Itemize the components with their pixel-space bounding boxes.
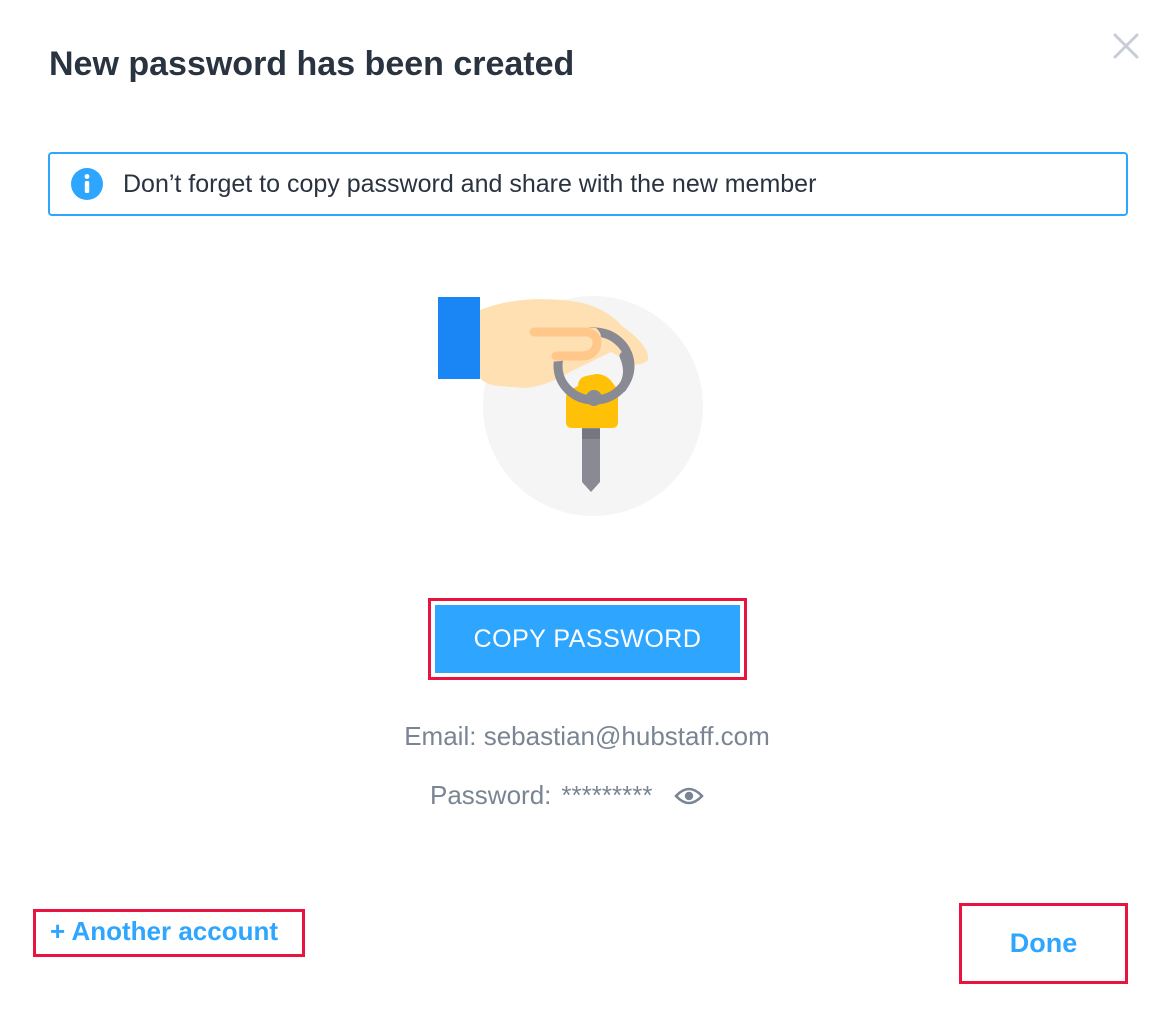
copy-password-button[interactable]: COPY PASSWORD — [435, 605, 740, 673]
eye-icon[interactable] — [674, 785, 705, 807]
close-icon[interactable] — [1108, 28, 1144, 64]
password-value: ********* — [561, 780, 653, 810]
password-line: Password: ********* — [430, 780, 705, 811]
info-icon — [71, 168, 103, 200]
email-line: Email: sebastian@hubstaff.com — [0, 721, 1174, 752]
dialog-title: New password has been created — [49, 45, 575, 83]
email-value: sebastian@hubstaff.com — [483, 721, 770, 751]
done-button[interactable]: Done — [962, 906, 1125, 981]
info-banner: Don’t forget to copy password and share … — [48, 152, 1128, 216]
hand-holding-key-illustration — [438, 296, 703, 516]
copy-password-highlight: COPY PASSWORD — [428, 598, 747, 680]
another-account-link[interactable]: + Another account — [50, 916, 278, 947]
info-message: Don’t forget to copy password and share … — [123, 169, 817, 198]
email-label: Email: — [404, 721, 477, 751]
done-highlight: Done — [959, 903, 1128, 984]
password-label: Password: — [430, 780, 552, 810]
another-account-highlight: + Another account — [33, 909, 305, 957]
